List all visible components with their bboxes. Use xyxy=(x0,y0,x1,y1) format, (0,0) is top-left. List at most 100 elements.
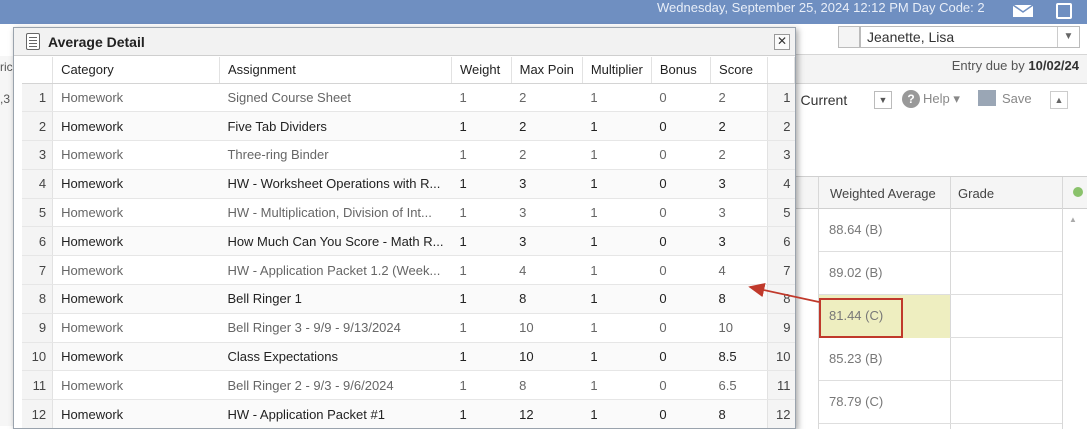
column-header-bonus[interactable]: Bonus xyxy=(651,57,712,84)
close-button[interactable]: ✕ xyxy=(774,34,790,50)
column-header-max-points[interactable]: Max Poin xyxy=(511,57,583,84)
background-toolbar: ) Current ▼ ? Help ▾ Save ▲ xyxy=(790,86,1087,116)
save-button[interactable]: Save xyxy=(978,90,1032,106)
column-header-score[interactable]: Score xyxy=(710,57,769,84)
cell-max-points: 4 xyxy=(511,255,583,286)
cell-category: Homework xyxy=(52,169,220,199)
row-number: 7 xyxy=(22,255,54,286)
row-number: 11 xyxy=(22,370,54,401)
cell-max-points: 8 xyxy=(511,284,583,314)
table-row[interactable]: 7 Homework HW - Application Packet 1.2 (We… xyxy=(22,255,795,286)
table-row[interactable]: 10 Homework Class Expectations 1 10 1 0 8.5 10 xyxy=(22,342,795,372)
row-number-right: 9 xyxy=(767,313,795,343)
row-number-right: 11 xyxy=(767,370,795,401)
help-label: Help ▾ xyxy=(923,91,960,106)
row-number-right: 2 xyxy=(767,111,795,142)
cell-weight: 1 xyxy=(451,140,512,170)
cell-score: 8.5 xyxy=(710,342,768,372)
table-row[interactable]: 11 Homework Bell Ringer 2 - 9/3 - 9/6/2024… xyxy=(22,370,795,401)
table-row[interactable]: 3 Homework Three-ring Binder 1 2 1 0 2 3 xyxy=(22,140,795,170)
cell-max-points: 8 xyxy=(511,370,583,401)
cell-bonus: 0 xyxy=(651,83,711,113)
scroll-up-icon[interactable]: ▲ xyxy=(1069,215,1077,224)
cell-multiplier: 1 xyxy=(582,370,652,401)
cell-category: Homework xyxy=(52,313,220,343)
weighted-average-value: 89.02 (B) xyxy=(829,265,883,280)
collapse-icon[interactable]: ▲ xyxy=(1050,91,1068,109)
cell-assignment: Class Expectations xyxy=(219,342,452,372)
column-header-weighted-average[interactable]: Weighted Average xyxy=(830,186,936,201)
current-select[interactable]: ) Current xyxy=(792,92,847,108)
help-button[interactable]: ? Help ▾ xyxy=(902,90,960,108)
table-row[interactable]: 5 Homework HW - Multiplication, Division o… xyxy=(22,198,795,228)
row-number: 12 xyxy=(22,399,54,428)
cell-multiplier: 1 xyxy=(582,313,652,343)
entry-due: Entry due by 10/02/24 xyxy=(952,58,1079,73)
cell-bonus: 0 xyxy=(651,342,711,372)
cell-weight: 1 xyxy=(451,198,512,228)
row-number: 8 xyxy=(22,284,54,314)
row-number: 9 xyxy=(22,313,54,343)
table-row[interactable]: 8 Homework Bell Ringer 1181088 xyxy=(22,284,795,314)
student-select[interactable]: Jeanette, Lisa ▼ xyxy=(860,26,1080,48)
cell-category: Homework xyxy=(52,140,220,170)
row-number: 10 xyxy=(22,342,54,372)
table-row[interactable]: 12 Homework HW - Application Packet #1 1 12 1… xyxy=(22,399,795,428)
logout-icon[interactable] xyxy=(1056,3,1072,19)
cell-category: Homework xyxy=(52,111,220,142)
column-header-multiplier[interactable]: Multiplier xyxy=(582,57,652,84)
cell-assignment: How Much Can You Score - Math R... xyxy=(219,226,452,257)
chevron-down-icon[interactable]: ▼ xyxy=(874,91,892,109)
grid-row[interactable]: 85.23 (B) xyxy=(819,338,1062,381)
table-row[interactable]: 9 Homework Bell Ringer 3 - 9/9 - 9/13/2024… xyxy=(22,313,795,343)
column-header-weight[interactable]: Weight xyxy=(451,57,512,84)
cell-max-points: 3 xyxy=(511,226,583,257)
cell-assignment: HW - Application Packet #1 xyxy=(219,399,452,428)
column-header-grade[interactable]: Grade xyxy=(958,186,994,201)
grid-header: Weighted Average Grade xyxy=(790,177,1087,209)
cell-category: Homework xyxy=(52,83,220,113)
cell-assignment: Three-ring Binder xyxy=(219,140,452,170)
table-row[interactable]: 4 Homework HW - Worksheet Operations with … xyxy=(22,169,795,199)
table-row[interactable]: 6 Homework How Much Can You Score - Math R… xyxy=(22,226,795,257)
cell-weight: 1 xyxy=(451,169,512,199)
cell-score: 6.5 xyxy=(710,370,768,401)
table-row[interactable]: 1 Homework Signed Course Sheet 1 2 1 0 2 1 xyxy=(22,83,795,113)
left-strip-text: ,3 xyxy=(0,92,11,106)
cell-score: 3 xyxy=(710,226,768,257)
cell-max-points: 10 xyxy=(511,342,583,372)
cell-category: Homework xyxy=(52,342,220,372)
average-detail-dialog: Average Detail ✕ Category Assignment Wei… xyxy=(13,27,796,429)
row-number-right: 12 xyxy=(767,399,795,428)
table-row[interactable]: 2 Homework Five Tab Dividers 1 2 1 0 2 2 xyxy=(22,111,795,142)
cell-score: 2 xyxy=(710,140,768,170)
column-header-category[interactable]: Category xyxy=(52,57,220,84)
cell-weight: 1 xyxy=(451,370,512,401)
cell-weight: 1 xyxy=(451,313,512,343)
cell-category: Homework xyxy=(52,399,220,428)
cell-multiplier: 1 xyxy=(582,284,652,314)
cell-bonus: 0 xyxy=(651,140,711,170)
cell-multiplier: 1 xyxy=(582,399,652,428)
top-bar: Wednesday, September 25, 2024 12:12 PM D… xyxy=(0,0,1087,24)
grid-row[interactable]: 89.02 (B) xyxy=(819,252,1062,295)
grid-row[interactable]: 88.64 (B) xyxy=(819,209,1062,252)
row-number: 4 xyxy=(22,169,54,199)
cell-bonus: 0 xyxy=(651,169,711,199)
row-number-right: 4 xyxy=(767,169,795,199)
cell-category: Homework xyxy=(52,370,220,401)
cell-assignment: Bell Ringer 1 xyxy=(219,284,452,314)
entry-due-label: Entry due by xyxy=(951,58,1025,73)
cell-bonus: 0 xyxy=(651,284,711,314)
cell-bonus: 0 xyxy=(651,111,711,142)
weighted-average-value: 78.79 (C) xyxy=(829,394,884,409)
grid-row[interactable]: 78.79 (C) xyxy=(819,381,1062,424)
left-strip-text: ric xyxy=(0,60,13,74)
term-select-dropdown[interactable] xyxy=(838,26,860,48)
chevron-down-icon[interactable]: ▼ xyxy=(1057,27,1079,47)
row-number: 5 xyxy=(22,198,54,228)
column-header-assignment[interactable]: Assignment xyxy=(219,57,452,84)
column-header-row-number-right xyxy=(767,57,795,84)
cell-max-points: 2 xyxy=(511,83,583,113)
mail-icon[interactable] xyxy=(1012,4,1034,18)
